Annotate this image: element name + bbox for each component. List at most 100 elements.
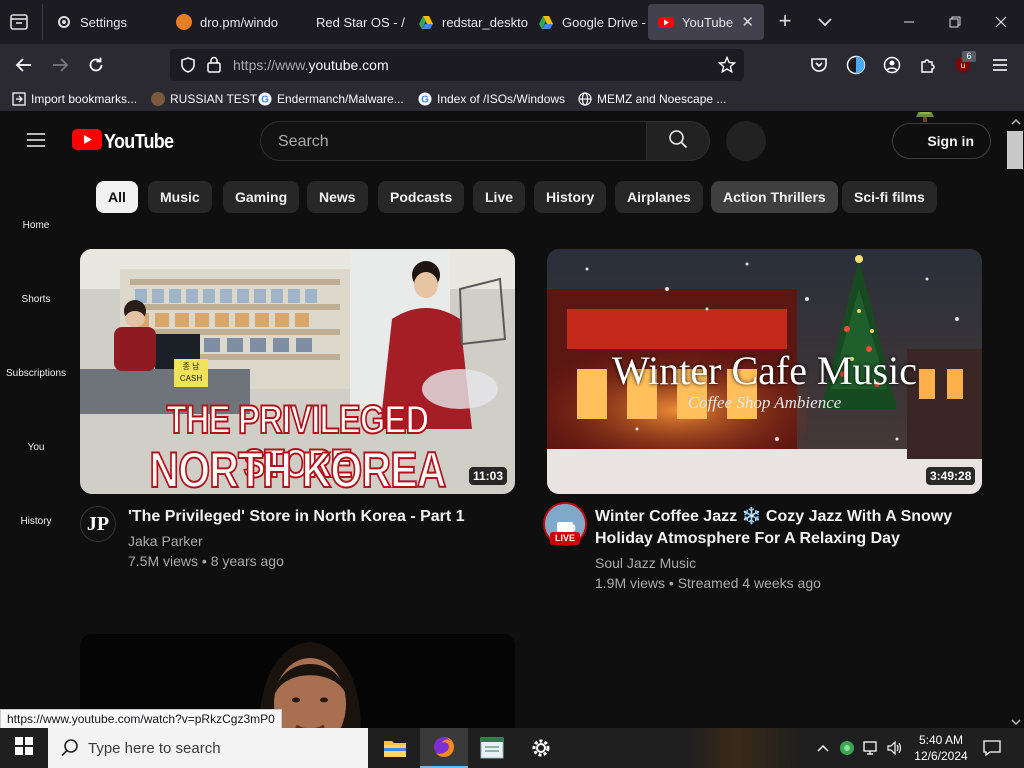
start-button[interactable]	[0, 728, 48, 768]
bookmark-label: MEMZ and Noescape ...	[597, 92, 727, 106]
settings-gear-icon[interactable]	[517, 728, 565, 768]
link-status-url: https://www.youtube.com/watch?v=pRkzCgz3…	[0, 709, 282, 729]
youtube-page: YouTube Search Sign in All Music Gaming …	[0, 112, 1008, 728]
tab-red-star-os[interactable]: Red Star OS - /	[290, 4, 406, 40]
sidebar-item-shorts[interactable]: Shorts	[0, 294, 72, 305]
chip-airplanes[interactable]: Airplanes	[615, 181, 703, 213]
import-icon	[12, 92, 26, 106]
file-explorer-icon[interactable]	[371, 728, 419, 768]
chip-music[interactable]: Music	[148, 181, 212, 213]
notepad-app-icon[interactable]	[468, 728, 516, 768]
taskbar-search-input[interactable]: Type here to search	[48, 728, 368, 768]
chip-all[interactable]: All	[96, 181, 138, 213]
sidebar-item-home[interactable]: Home	[0, 220, 72, 231]
url-scheme: https://www.	[233, 57, 309, 73]
thumbnail-text-line2: NORTH KOREA	[149, 442, 448, 494]
clock[interactable]: 5:40 AM 12/6/2024	[908, 728, 974, 768]
google-icon: G	[258, 92, 272, 106]
cash-sign: 종 남 CASH	[174, 359, 208, 387]
tab-google-drive[interactable]: Google Drive -	[528, 4, 646, 40]
close-window-button[interactable]	[978, 0, 1024, 44]
network-icon[interactable]	[860, 728, 882, 768]
tab-list-icon[interactable]	[8, 12, 30, 32]
google-drive-icon	[538, 14, 554, 30]
chip-gaming[interactable]: Gaming	[223, 181, 300, 213]
video-thumbnail-north-korea-store[interactable]: 종 남 CASH THE PRIVILEGED STORE NORTH KORE…	[80, 249, 515, 494]
address-bar[interactable]: https://www.youtube.com	[170, 49, 744, 81]
page-scrollbar[interactable]	[1008, 112, 1024, 728]
tab-settings[interactable]: Settings	[46, 4, 164, 40]
sidebar-item-label: History	[20, 516, 52, 527]
clock-time: 5:40 AM	[918, 733, 964, 747]
forward-button[interactable]	[45, 50, 75, 80]
sign-in-label: Sign in	[927, 133, 974, 149]
channel-name[interactable]: Jaka Parker	[128, 531, 203, 551]
video-title[interactable]: Winter Coffee Jazz ❄️ Cozy Jazz With A S…	[595, 506, 995, 550]
voice-search-button[interactable]	[726, 121, 766, 161]
video-title-line1: Winter Coffee Jazz ❄️ Cozy Jazz With A S…	[595, 508, 953, 525]
sign-in-button[interactable]: Sign in	[892, 123, 991, 159]
bookmark-index-isos[interactable]: G Index of /ISOs/Windows	[418, 90, 565, 108]
sidebar-item-you[interactable]: You	[0, 442, 72, 453]
notification-center-icon[interactable]	[978, 728, 1006, 768]
chip-action-thrillers[interactable]: Action Thrillers	[711, 181, 838, 213]
youtube-favicon-icon	[658, 14, 674, 30]
search-icon	[60, 738, 80, 762]
bookmark-russian-test[interactable]: RUSSIAN TEST	[151, 90, 257, 108]
search-button[interactable]	[646, 121, 710, 161]
account-icon[interactable]	[877, 50, 907, 80]
extensions-puzzle-icon[interactable]	[913, 50, 943, 80]
chip-sci-fi-films[interactable]: Sci-fi films	[842, 181, 937, 213]
firefox-taskbar-icon[interactable]	[420, 728, 468, 768]
tab-label: Google Drive -	[562, 14, 646, 30]
chip-live[interactable]: Live	[473, 181, 526, 213]
bookmark-star-icon[interactable]	[717, 55, 737, 79]
show-hidden-icons-chevron-icon[interactable]	[812, 728, 834, 768]
chip-history[interactable]: History	[534, 181, 607, 213]
tab-dro-pm[interactable]: dro.pm/windo	[166, 4, 286, 40]
tab-youtube[interactable]: YouTube ✕	[648, 4, 764, 40]
lock-icon[interactable]	[207, 56, 221, 78]
minimize-button[interactable]	[886, 0, 932, 44]
url-domain: youtube.com	[308, 57, 389, 73]
tab-label: YouTube	[682, 14, 734, 30]
hamburger-menu-icon[interactable]	[985, 50, 1015, 80]
video-title[interactable]: 'The Privileged' Store in North Korea - …	[128, 506, 508, 528]
youtube-logo[interactable]: YouTube	[72, 129, 181, 154]
tab-strip: Settings dro.pm/windo Red Star OS - / re…	[0, 0, 1024, 44]
search-icon	[668, 129, 688, 154]
back-button[interactable]	[9, 50, 39, 80]
volume-icon[interactable]	[884, 728, 906, 768]
scrollbar-thumb[interactable]	[1007, 131, 1023, 169]
reload-button[interactable]	[81, 50, 111, 80]
tab-label: Settings	[80, 14, 127, 30]
thumbnail-subtitle-text: Coffee Shop Ambience	[687, 393, 842, 412]
restore-button[interactable]	[932, 0, 978, 44]
pocket-icon[interactable]	[804, 50, 834, 80]
scroll-up-arrow-icon[interactable]	[1010, 114, 1022, 132]
bookmark-memz[interactable]: MEMZ and Noescape ...	[578, 90, 726, 108]
tab-divider	[42, 4, 43, 40]
sidebar-item-subscriptions[interactable]: Subscriptions	[0, 368, 72, 379]
chip-podcasts[interactable]: Podcasts	[378, 181, 465, 213]
tray-app-icon[interactable]	[836, 728, 858, 768]
chip-label: All	[108, 189, 126, 205]
bookmark-import[interactable]: Import bookmarks...	[12, 90, 137, 108]
channel-avatar-jaka-parker[interactable]: JP	[80, 506, 116, 542]
extension-badge: 6	[962, 51, 976, 62]
chip-news[interactable]: News	[307, 181, 368, 213]
tracking-protection-shield-icon[interactable]	[180, 57, 196, 78]
video-thumbnail-winter-cafe[interactable]: Winter Cafe Music Coffee Shop Ambience 3…	[547, 249, 982, 494]
svg-text:u: u	[961, 61, 965, 70]
tab-redstar-desktop[interactable]: redstar_deskto	[408, 4, 530, 40]
guide-menu-icon[interactable]	[26, 131, 46, 149]
channel-name[interactable]: Soul Jazz Music	[595, 553, 696, 573]
bookmark-endermanch[interactable]: G Endermanch/Malware...	[258, 90, 404, 108]
dark-mode-extension-icon[interactable]	[841, 50, 871, 80]
chip-label: Sci-fi films	[854, 189, 925, 205]
sidebar-item-history[interactable]: History	[0, 516, 72, 527]
search-input[interactable]: Search	[260, 121, 648, 161]
new-tab-button[interactable]: +	[772, 10, 798, 34]
list-all-tabs-button[interactable]	[814, 12, 836, 32]
close-tab-icon[interactable]: ✕	[741, 13, 754, 31]
